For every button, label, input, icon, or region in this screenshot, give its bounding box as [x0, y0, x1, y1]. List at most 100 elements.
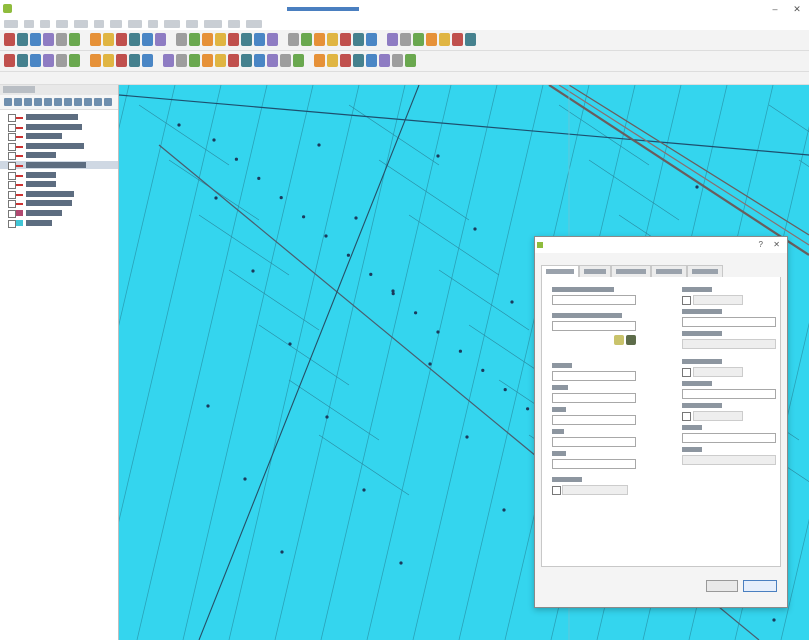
toolbar-tool-icon[interactable]	[116, 54, 127, 67]
toolbar-tool-icon[interactable]	[340, 33, 351, 46]
toolbar-tool-icon[interactable]	[241, 33, 252, 46]
toolbar-tool-icon[interactable]	[353, 54, 364, 67]
layer-item[interactable]	[0, 180, 118, 190]
toolbar-tool-icon[interactable]	[267, 33, 278, 46]
menu-item[interactable]	[40, 20, 50, 28]
toolbar-tool-icon[interactable]	[327, 33, 338, 46]
toolbar-tool-icon[interactable]	[293, 54, 304, 67]
toolbar-tool-icon[interactable]	[288, 33, 299, 46]
toolbar-tool-icon[interactable]	[228, 33, 239, 46]
number-field[interactable]	[682, 317, 776, 327]
text-field[interactable]	[552, 459, 636, 469]
menu-item[interactable]	[110, 20, 122, 28]
layers-tool-icon[interactable]	[44, 98, 52, 106]
toolbar-tool-icon[interactable]	[387, 33, 398, 46]
dialog-tab[interactable]	[687, 265, 723, 277]
dialog-tab[interactable]	[651, 265, 687, 277]
layers-tool-icon[interactable]	[4, 98, 12, 106]
layer-item[interactable]	[0, 219, 118, 228]
toolbar-tool-icon[interactable]	[176, 54, 187, 67]
toolbar-tool-icon[interactable]	[4, 33, 15, 46]
layers-tool-icon[interactable]	[34, 98, 42, 106]
menu-item[interactable]	[164, 20, 180, 28]
layer-item[interactable]	[0, 171, 118, 180]
toolbar-tool-icon[interactable]	[379, 54, 390, 67]
field-checkbox[interactable]	[682, 368, 691, 377]
menu-item[interactable]	[74, 20, 88, 28]
menu-item[interactable]	[24, 20, 34, 28]
toolbar-tool-icon[interactable]	[163, 54, 174, 67]
toolbar-tool-icon[interactable]	[116, 33, 127, 46]
toolbar-tool-icon[interactable]	[280, 54, 291, 67]
menu-item[interactable]	[148, 20, 158, 28]
field-checkbox[interactable]	[552, 486, 561, 495]
dropdown-field[interactable]	[682, 339, 776, 349]
toolbar-tool-icon[interactable]	[43, 54, 54, 67]
layer-item[interactable]	[0, 132, 118, 142]
layer-visibility-checkbox[interactable]	[8, 162, 16, 170]
layer-visibility-checkbox[interactable]	[8, 152, 16, 161]
layer-item[interactable]	[0, 151, 118, 161]
toolbar-tool-icon[interactable]	[228, 54, 239, 67]
layers-tool-icon[interactable]	[64, 98, 72, 106]
layer-visibility-checkbox[interactable]	[8, 181, 16, 190]
layer-visibility-checkbox[interactable]	[8, 123, 16, 132]
toolbar-tool-icon[interactable]	[30, 33, 41, 46]
toolbar-tool-icon[interactable]	[90, 54, 101, 67]
field-checkbox[interactable]	[682, 296, 691, 305]
toolbar-tool-icon[interactable]	[452, 33, 463, 46]
toolbar-tool-icon[interactable]	[176, 33, 187, 46]
layers-tool-icon[interactable]	[24, 98, 32, 106]
ok-button[interactable]	[706, 580, 738, 592]
toolbar-tool-icon[interactable]	[254, 33, 265, 46]
map-tool-icon[interactable]	[626, 335, 636, 345]
toolbar-tool-icon[interactable]	[426, 33, 437, 46]
toolbar-tool-icon[interactable]	[56, 54, 67, 67]
toolbar-tool-icon[interactable]	[202, 54, 213, 67]
layer-visibility-checkbox[interactable]	[8, 114, 16, 122]
layer-visibility-checkbox[interactable]	[8, 200, 16, 209]
toolbar-tool-icon[interactable]	[366, 54, 377, 67]
text-field[interactable]	[552, 321, 636, 331]
toolbar-tool-icon[interactable]	[189, 33, 200, 46]
toolbar-tool-icon[interactable]	[400, 33, 411, 46]
toolbar-tool-icon[interactable]	[56, 33, 67, 46]
field-checkbox[interactable]	[682, 412, 691, 421]
layer-visibility-checkbox[interactable]	[8, 142, 16, 151]
toolbar-tool-icon[interactable]	[69, 33, 80, 46]
text-field[interactable]	[552, 371, 636, 381]
toolbar-tool-icon[interactable]	[43, 33, 54, 46]
toolbar-tool-icon[interactable]	[301, 33, 312, 46]
toolbar-tool-icon[interactable]	[413, 33, 424, 46]
layers-tool-icon[interactable]	[74, 98, 82, 106]
layers-tool-icon[interactable]	[94, 98, 102, 106]
toolbar-tool-icon[interactable]	[215, 33, 226, 46]
layer-visibility-checkbox[interactable]	[8, 133, 16, 142]
toolbar-tool-icon[interactable]	[155, 33, 166, 46]
layer-item[interactable]	[0, 161, 118, 170]
layer-item[interactable]	[0, 123, 118, 132]
layers-tool-icon[interactable]	[14, 98, 22, 106]
toolbar-tool-icon[interactable]	[4, 54, 15, 67]
menu-item[interactable]	[228, 20, 240, 28]
toolbar-tool-icon[interactable]	[340, 54, 351, 67]
text-field[interactable]	[552, 437, 636, 447]
menu-item[interactable]	[186, 20, 198, 28]
text-field[interactable]	[552, 295, 636, 305]
number-field[interactable]	[682, 433, 776, 443]
menu-item[interactable]	[4, 20, 18, 28]
toolbar-tool-icon[interactable]	[405, 54, 416, 67]
text-field[interactable]	[552, 393, 636, 403]
layer-item[interactable]	[0, 113, 118, 122]
menu-item[interactable]	[94, 20, 104, 28]
menu-item[interactable]	[246, 20, 262, 28]
dialog-close-icon[interactable]: ✕	[773, 240, 780, 249]
date-field[interactable]	[693, 367, 743, 377]
menu-item[interactable]	[56, 20, 68, 28]
toolbar-tool-icon[interactable]	[215, 54, 226, 67]
layers-tool-icon[interactable]	[84, 98, 92, 106]
layer-visibility-checkbox[interactable]	[8, 190, 16, 199]
toolbar-tool-icon[interactable]	[392, 54, 403, 67]
menu-item[interactable]	[128, 20, 142, 28]
close-window-button[interactable]: ✕	[790, 3, 804, 15]
